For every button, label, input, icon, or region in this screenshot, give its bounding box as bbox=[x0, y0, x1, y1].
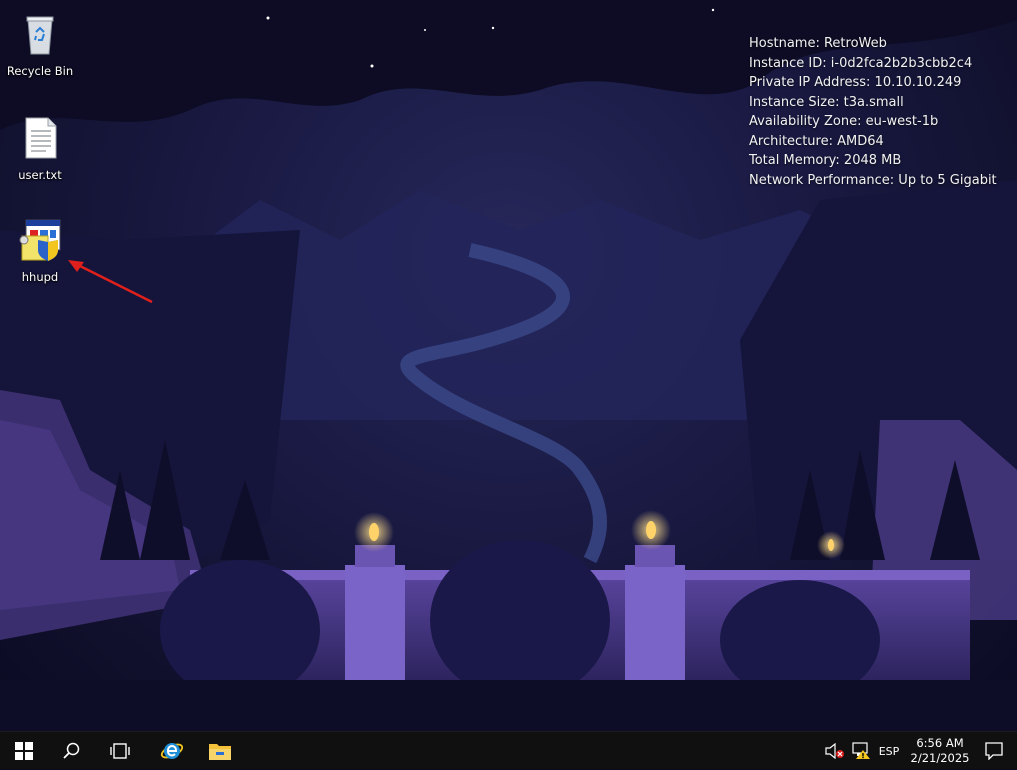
volume-muted-icon bbox=[825, 743, 844, 759]
instance-id-text: Instance ID: i-0d2fca2b2b3cbb2c4 bbox=[749, 55, 973, 71]
language-indicator[interactable]: ESP bbox=[876, 732, 902, 770]
file-explorer-button[interactable] bbox=[196, 732, 244, 770]
instance-size-text: Instance Size: t3a.small bbox=[749, 94, 904, 110]
private-ip-text: Private IP Address: 10.10.10.249 bbox=[749, 75, 962, 90]
task-view-icon bbox=[110, 743, 130, 759]
action-center-button[interactable] bbox=[980, 732, 1008, 770]
desktop-icon-user-txt[interactable]: user.txt bbox=[0, 116, 80, 182]
hostname-text: Hostname: RetroWeb bbox=[749, 36, 887, 51]
clock-date: 2/21/2025 bbox=[910, 751, 970, 765]
clock[interactable]: 6:56 AM 2/21/2025 bbox=[905, 732, 975, 770]
volume-button[interactable] bbox=[822, 732, 846, 770]
recycle-bin-icon bbox=[26, 16, 54, 55]
desktop-icon-recycle-bin[interactable]: Recycle Bin bbox=[0, 12, 80, 78]
clock-time: 6:56 AM bbox=[916, 736, 964, 750]
action-center-icon bbox=[985, 742, 1003, 760]
total-memory-text: Total Memory: 2048 MB bbox=[749, 153, 902, 168]
desktop[interactable]: Recycle Bin user.txt hhupd Hostname: Ret… bbox=[0, 0, 1017, 731]
recycle-bin-label: Recycle Bin bbox=[6, 64, 74, 78]
windows-logo-icon bbox=[15, 742, 33, 760]
start-button[interactable] bbox=[0, 732, 48, 770]
network-warning-icon bbox=[852, 742, 870, 759]
network-performance-text: Network Performance: Up to 5 Gigabit bbox=[749, 172, 997, 188]
architecture-text: Architecture: AMD64 bbox=[749, 133, 884, 149]
installer-shield-icon bbox=[19, 219, 61, 261]
user-txt-label: user.txt bbox=[18, 168, 62, 182]
task-view-button[interactable] bbox=[96, 732, 144, 770]
search-icon bbox=[63, 742, 80, 759]
internet-explorer-icon bbox=[160, 743, 184, 759]
search-button[interactable] bbox=[48, 732, 96, 770]
taskbar: ESP 6:56 AM 2/21/2025 bbox=[0, 731, 1017, 769]
text-file-icon bbox=[25, 117, 57, 159]
availability-zone-text: Availability Zone: eu-west-1b bbox=[749, 114, 939, 129]
annotation-arrow bbox=[68, 260, 153, 304]
internet-explorer-button[interactable] bbox=[148, 732, 196, 770]
network-button[interactable] bbox=[849, 732, 873, 770]
file-explorer-icon bbox=[209, 744, 231, 760]
language-label: ESP bbox=[878, 744, 900, 758]
system-info-overlay: Hostname: RetroWeb Instance ID: i-0d2fca… bbox=[749, 34, 997, 190]
